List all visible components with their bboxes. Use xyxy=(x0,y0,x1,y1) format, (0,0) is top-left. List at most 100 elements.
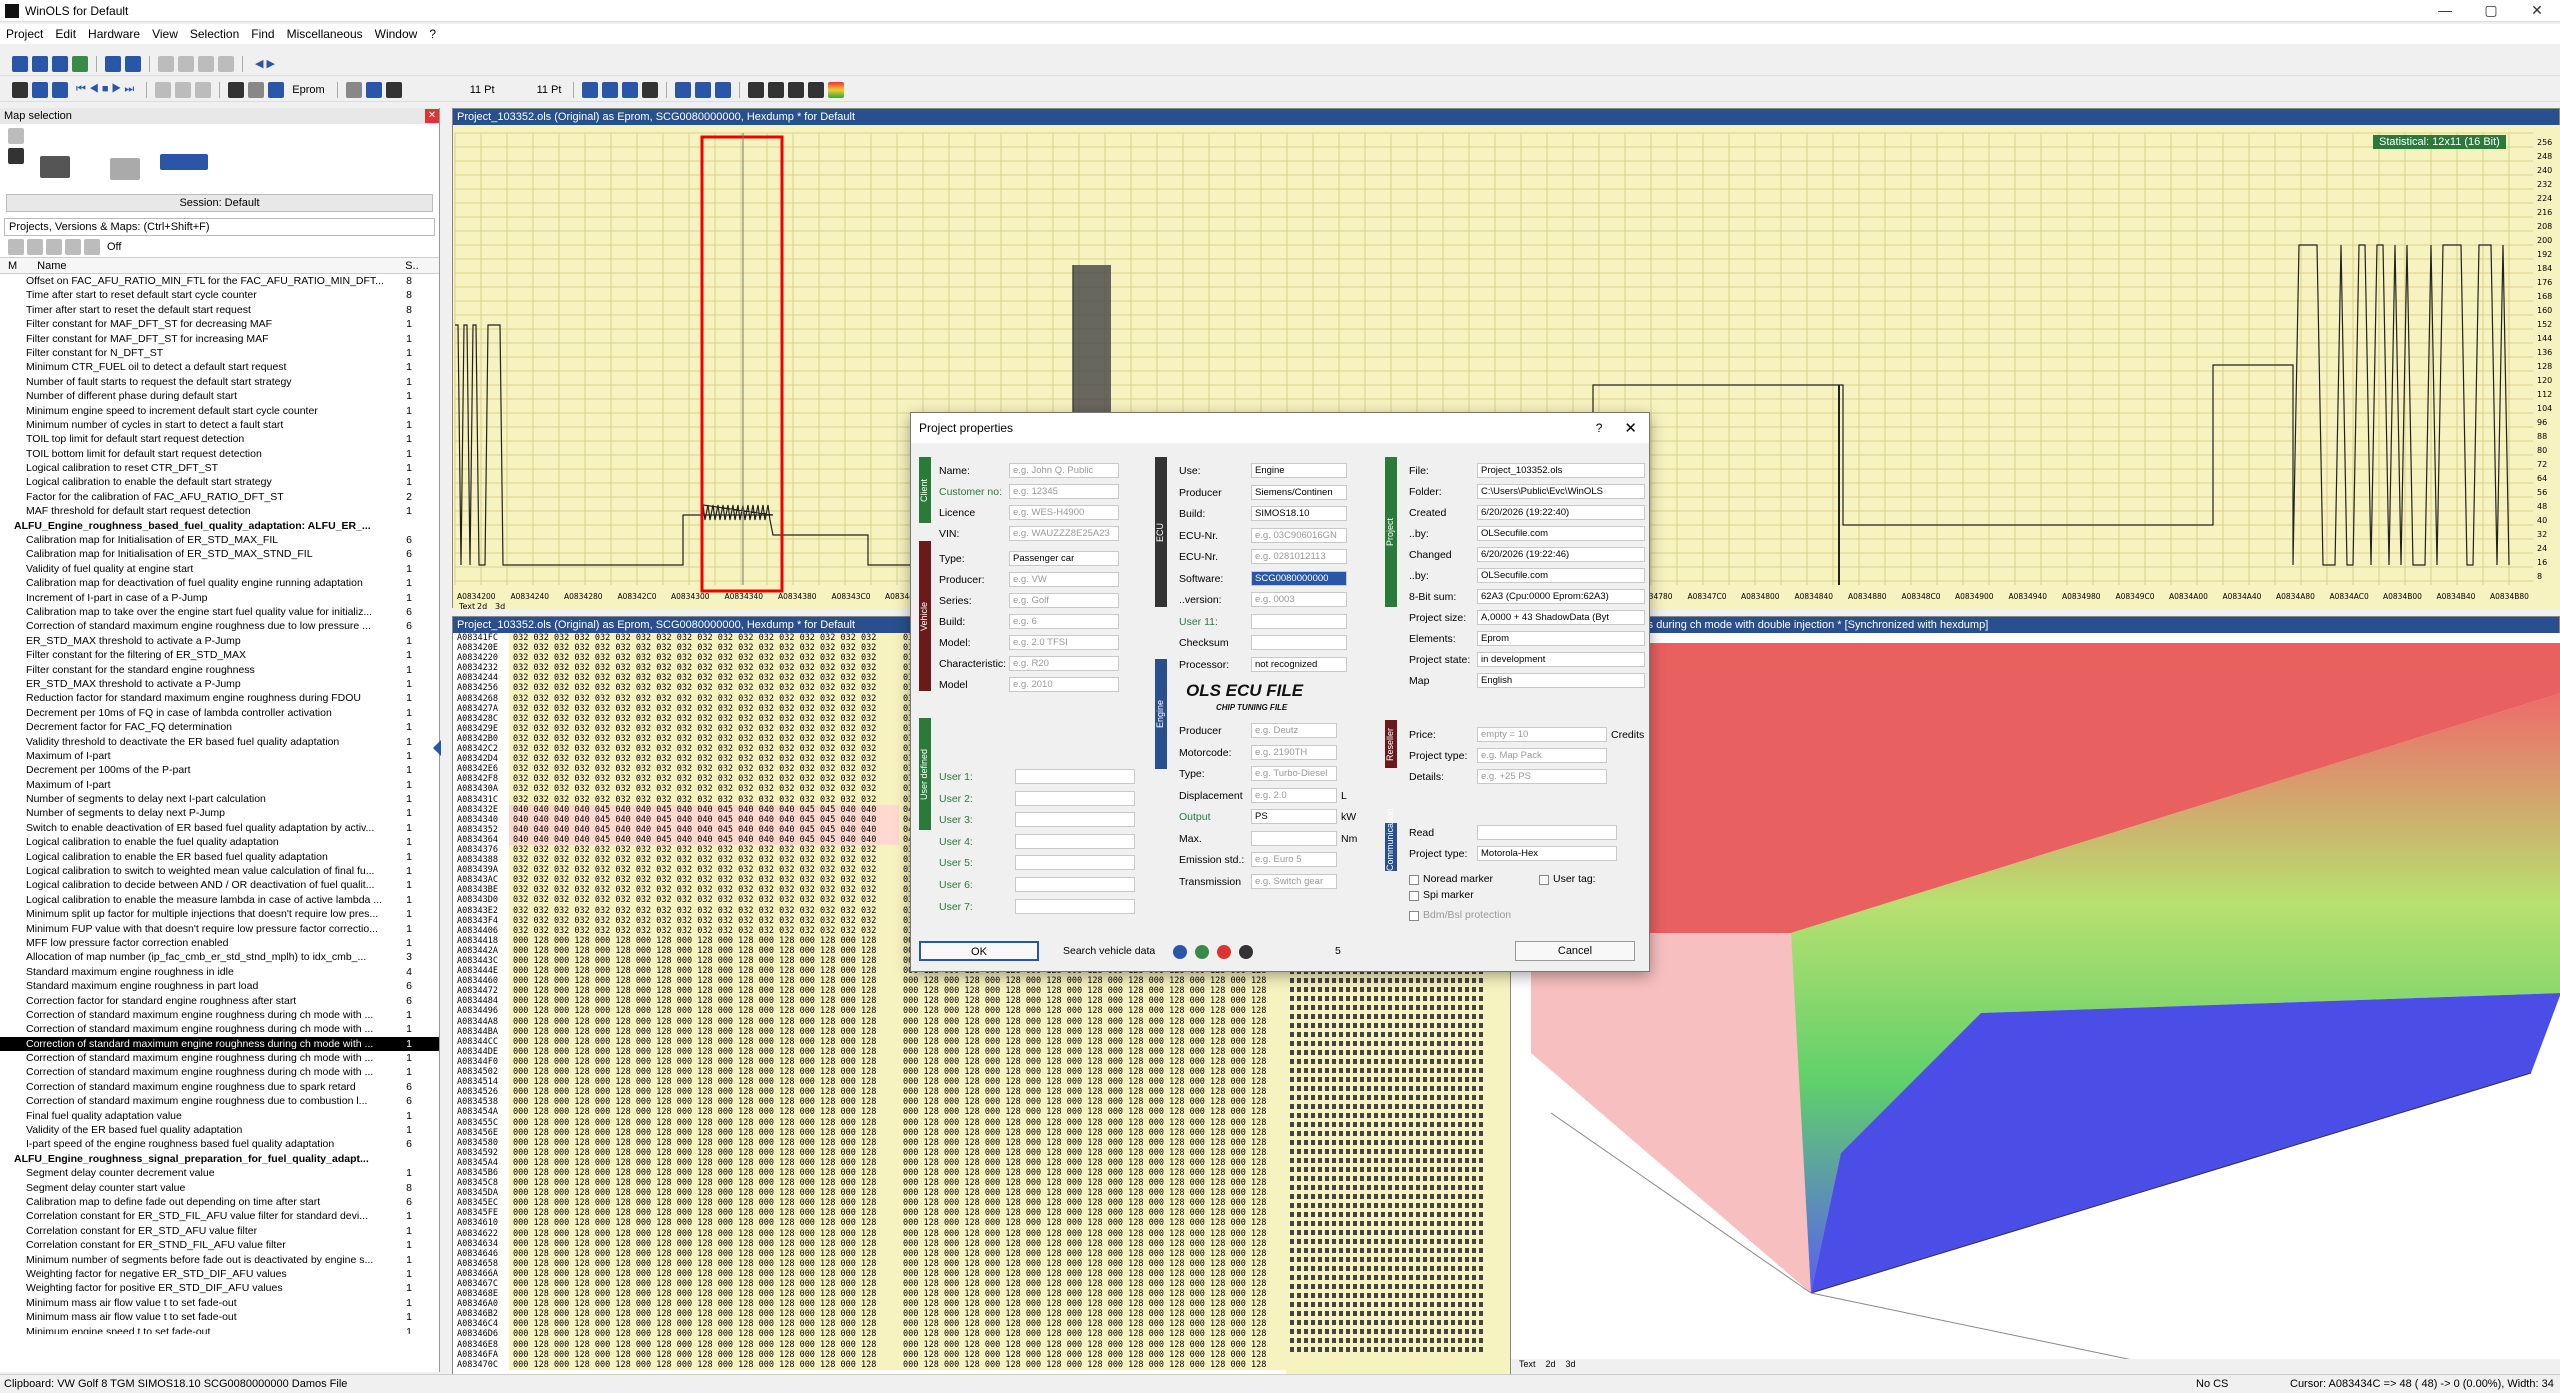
map-list-item[interactable]: Number of segments to delay next I-part … xyxy=(0,792,439,806)
close-window-button[interactable]: ✕ xyxy=(2514,2,2560,19)
map-list-item[interactable]: I-part speed of the engine roughness bas… xyxy=(0,1137,439,1151)
map-list-item[interactable]: Number of different phase during default… xyxy=(0,389,439,403)
map-list-item[interactable]: Segment delay counter decrement value 1 xyxy=(0,1166,439,1180)
map-list-item[interactable]: Validity threshold to deactivate the ER … xyxy=(0,735,439,749)
tab-2d-1[interactable]: 2d xyxy=(477,602,487,609)
help-icon[interactable] xyxy=(366,82,382,98)
field-input[interactable]: OLSecufile.com xyxy=(1477,568,1645,583)
map-list-item[interactable]: Minimum mass air flow value t to set fad… xyxy=(0,1310,439,1324)
color-icon[interactable] xyxy=(828,82,844,98)
field-input[interactable] xyxy=(1251,635,1347,650)
user-input[interactable] xyxy=(1015,834,1135,849)
user-input[interactable] xyxy=(1015,791,1135,806)
graph-3d-body[interactable]: Text 2d 3d xyxy=(1511,633,2560,1375)
map-list-item[interactable]: MFF low pressure factor correction enabl… xyxy=(0,936,439,950)
width-16-icon[interactable] xyxy=(602,82,618,98)
map-list-item[interactable]: Filter constant for the filtering of ER_… xyxy=(0,648,439,662)
field-input[interactable]: e.g. 6 xyxy=(1009,614,1119,629)
tab-2d-0[interactable]: Text xyxy=(458,602,475,609)
percent-icon[interactable] xyxy=(748,82,764,98)
map-list-item[interactable]: Switch to enable deactivation of ER base… xyxy=(0,821,439,835)
sort-icon[interactable] xyxy=(27,239,43,255)
collapse-panel-icon[interactable] xyxy=(433,740,441,756)
field-input[interactable]: e.g. Turbo-Diesel xyxy=(1251,766,1337,781)
field-input[interactable]: e.g. R20 xyxy=(1009,656,1119,671)
map-list-item[interactable]: Calibration map for Initialisation of ER… xyxy=(0,533,439,547)
field-input[interactable]: e.g. WAUZZZ8E25A23 xyxy=(1009,526,1119,541)
menu-[interactable]: ? xyxy=(423,27,442,41)
map-list-item[interactable]: Calibration map for deactivation of fuel… xyxy=(0,576,439,590)
view-hex-icon[interactable] xyxy=(125,56,141,72)
map-list-item[interactable]: Reduction factor for standard maximum en… xyxy=(0,691,439,705)
field-input[interactable]: in development xyxy=(1477,652,1645,667)
map-list-item[interactable]: Calibration map for Initialisation of ER… xyxy=(0,547,439,561)
field-input[interactable]: OLSecufile.com xyxy=(1477,526,1645,541)
select-icon[interactable] xyxy=(195,82,211,98)
font-size-2[interactable]: 11 Pt xyxy=(533,84,566,96)
map-list-item[interactable]: Decrement factor for FAC_FQ determinatio… xyxy=(0,720,439,734)
map-list-item[interactable]: Filter constant for MAF_DFT_ST for decre… xyxy=(0,317,439,331)
map-list-item[interactable]: Correlation constant for ER_STD_FIL_AFU … xyxy=(0,1209,439,1223)
field-input[interactable]: PS xyxy=(1251,809,1337,824)
map-group[interactable]: ALFU_Engine_roughness_signal_preparation… xyxy=(0,1152,439,1166)
width-32-icon[interactable] xyxy=(622,82,638,98)
user-input[interactable] xyxy=(1015,812,1135,827)
checkbox-box[interactable] xyxy=(1409,875,1419,885)
tab-2d-3d[interactable]: 2d xyxy=(1546,1359,1556,1375)
map-list-item[interactable]: Minimum engine speed to increment defaul… xyxy=(0,404,439,418)
lock-icon[interactable] xyxy=(12,82,28,98)
compare-icon[interactable] xyxy=(32,82,48,98)
map-list-item[interactable]: Standard maximum engine roughness in idl… xyxy=(0,965,439,979)
map-list-item[interactable]: Correction factor for standard engine ro… xyxy=(0,994,439,1008)
field-input[interactable]: e.g. Switch gear xyxy=(1251,874,1337,889)
tool-icon[interactable] xyxy=(346,82,362,98)
field-input[interactable]: Project_103352.ols xyxy=(1477,463,1645,478)
redo-icon[interactable] xyxy=(178,56,194,72)
field-input[interactable]: 62A3 (Cpu:0000 Eprom:62A3) xyxy=(1477,589,1645,604)
map-list-item[interactable]: Logical calibration to reset CTR_DFT_ST 1 xyxy=(0,461,439,475)
field-input[interactable]: e.g. 03C906016GN xyxy=(1251,528,1347,543)
map-group[interactable]: ALFU_Engine_roughness_based_fuel_quality… xyxy=(0,519,439,533)
checkbox-box[interactable] xyxy=(1539,875,1549,885)
map-list-item[interactable]: Segment delay counter start value 8 xyxy=(0,1181,439,1195)
field-input[interactable] xyxy=(1477,825,1617,840)
search-icon[interactable] xyxy=(52,82,68,98)
map-list-item[interactable]: Allocation of map number (ip_fac_cmb_er_… xyxy=(0,950,439,964)
lohi-icon[interactable] xyxy=(715,82,731,98)
map-list-item[interactable]: Minimum number of cycles in start to det… xyxy=(0,418,439,432)
map-list-item[interactable]: Filter constant for the standard engine … xyxy=(0,663,439,677)
dialog-tool-icon[interactable] xyxy=(1217,945,1231,959)
close-dialog-button[interactable]: ✕ xyxy=(1624,419,1649,437)
dialog-tool-icon[interactable] xyxy=(1173,945,1187,959)
tab-2d-2[interactable]: 3d xyxy=(495,602,505,609)
field-input[interactable]: e.g. 2.0 TFSI xyxy=(1009,635,1119,650)
checksum-icon[interactable] xyxy=(248,82,264,98)
maximize-button[interactable]: ▢ xyxy=(2468,2,2514,19)
tree-icon[interactable] xyxy=(65,239,81,255)
map-icon[interactable] xyxy=(155,82,171,98)
field-input[interactable] xyxy=(1251,614,1347,629)
ok-button[interactable]: OK xyxy=(919,941,1039,961)
field-input[interactable]: e.g. John Q. Public xyxy=(1009,463,1119,478)
map-list-item[interactable]: Filter constant for MAF_DFT_ST for incre… xyxy=(0,332,439,346)
field-input[interactable]: SCG0080000000 xyxy=(1251,571,1347,586)
tab-text-3d[interactable]: Text xyxy=(1519,1359,1536,1375)
map-list-item[interactable]: Offset on FAC_AFU_RATIO_MIN_FTL for the … xyxy=(0,274,439,288)
field-input[interactable]: e.g. 0003 xyxy=(1251,592,1347,607)
map-list-item[interactable]: ER_STD_MAX threshold to activate a P-Jum… xyxy=(0,634,439,648)
user-input[interactable] xyxy=(1015,877,1135,892)
help-button[interactable]: ? xyxy=(1596,421,1625,435)
field-input[interactable]: SIMOS18.10 xyxy=(1251,506,1347,521)
map-list-item[interactable]: Validity of fuel quality at engine start… xyxy=(0,562,439,576)
map-list-item[interactable]: Correction of standard maximum engine ro… xyxy=(0,1080,439,1094)
col-m[interactable]: M xyxy=(0,260,17,272)
field-input[interactable]: not recognized xyxy=(1251,657,1347,672)
field-input[interactable]: e.g. 2190TH xyxy=(1251,745,1337,760)
field-input[interactable]: e.g. WES-H4900 xyxy=(1009,505,1119,520)
map-list-item[interactable]: Correction of standard maximum engine ro… xyxy=(0,1008,439,1022)
field-input[interactable]: e.g. Golf xyxy=(1009,593,1119,608)
float-icon[interactable] xyxy=(642,82,658,98)
col-name[interactable]: Name xyxy=(17,260,397,272)
menu-window[interactable]: Window xyxy=(369,27,424,41)
field-input[interactable]: Eprom xyxy=(1477,631,1645,646)
